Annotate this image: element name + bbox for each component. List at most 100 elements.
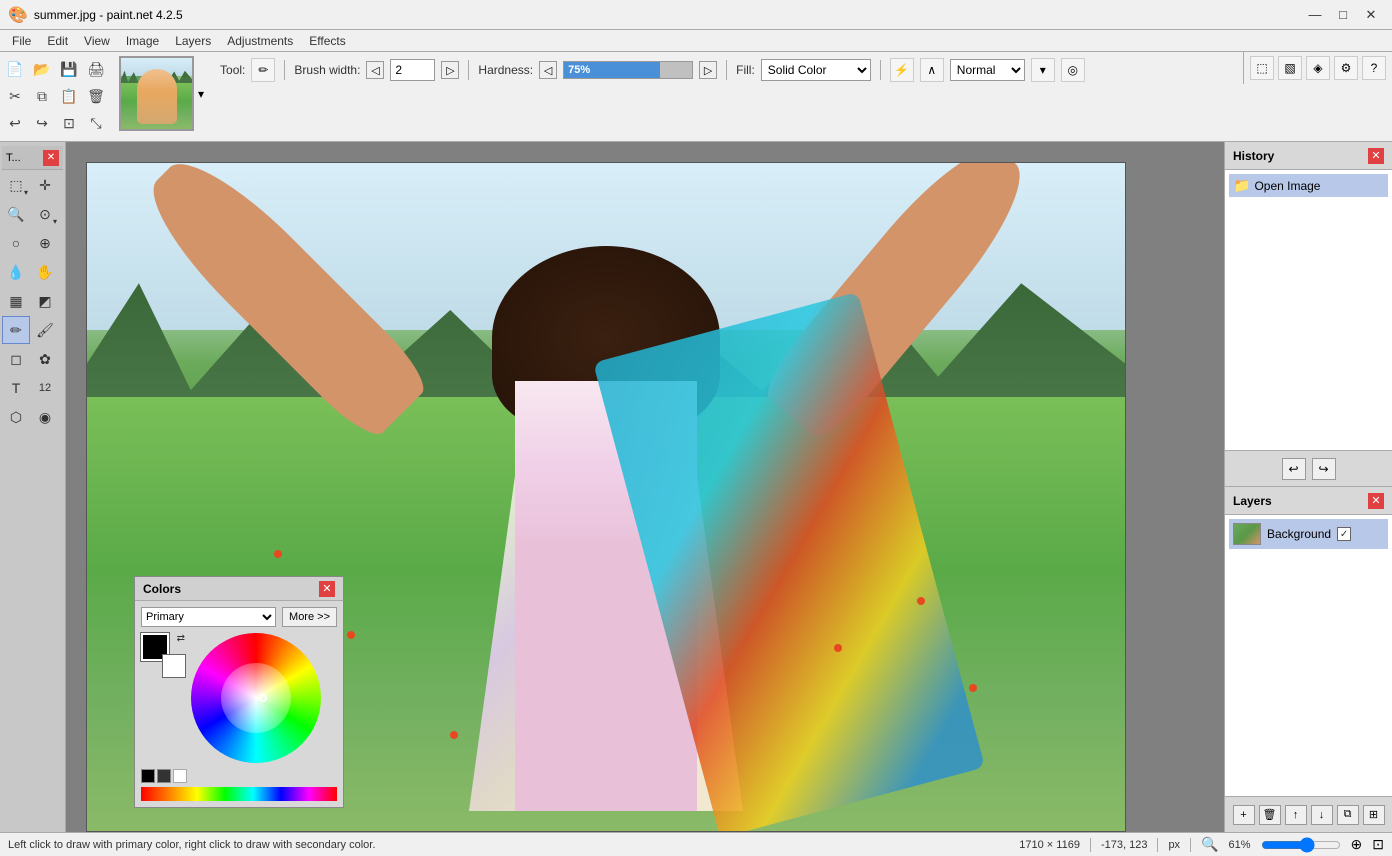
copy-button[interactable]: ⧉	[29, 83, 55, 109]
history-panel: History ✕ 📁 Open Image ↩ ↪	[1225, 142, 1392, 487]
undo-history-button[interactable]: ↩	[1282, 458, 1306, 480]
menu-layers[interactable]: Layers	[167, 32, 219, 50]
tool-pencil[interactable]: ✏	[2, 316, 30, 344]
layers-panel-header: Layers ✕	[1225, 487, 1392, 515]
add-layer-button[interactable]: +	[1233, 805, 1255, 825]
paste-button[interactable]: 📋	[56, 83, 82, 109]
hardness-decrease[interactable]: ◁	[539, 61, 557, 79]
blend-option-icon[interactable]: ⚡	[890, 58, 914, 82]
color-btn[interactable]: ◈	[1306, 56, 1330, 80]
brush-width-input[interactable]: 2	[390, 59, 435, 81]
paint-tool-btn[interactable]: ▧	[1278, 56, 1302, 80]
menu-edit[interactable]: Edit	[39, 32, 76, 50]
hardness-value: 75%	[568, 64, 590, 76]
layers-panel-close[interactable]: ✕	[1368, 493, 1384, 509]
duplicate-layer-button[interactable]: ⧉	[1337, 805, 1359, 825]
tool-zoom-select[interactable]: ⊕	[31, 229, 59, 257]
canvas-area[interactable]: Colors ✕ Primary Secondary More >> ⇄	[66, 142, 1224, 832]
help-btn[interactable]: ?	[1362, 56, 1386, 80]
tool-eraser[interactable]: ◻	[2, 345, 30, 373]
thumbnail-dropdown[interactable]: ▾	[198, 87, 204, 101]
fit-window-button[interactable]: ⊡	[1372, 836, 1384, 853]
maximize-button[interactable]: □	[1330, 4, 1356, 26]
tool-gradient[interactable]: ◩	[31, 287, 59, 315]
redo-button[interactable]: ↪	[29, 110, 55, 136]
swatch-white[interactable]	[173, 769, 187, 783]
swap-colors-icon[interactable]: ⇄	[177, 633, 185, 644]
primary-secondary-select[interactable]: Primary Secondary	[141, 607, 276, 627]
tool-text[interactable]: T	[2, 374, 30, 402]
left-tool-panel: T... ✕ ⬚▾ ✛ 🔍 ⊙▾ ○ ⊕ 💧 ✋ ▦ ◩ ✏ 🖌 ◻ ✿	[0, 142, 66, 832]
selection-tool-btn[interactable]: ⬚	[1250, 56, 1274, 80]
merge-layer-button[interactable]: ⊞	[1363, 805, 1385, 825]
menu-effects[interactable]: Effects	[301, 32, 353, 50]
layer-visibility-checkbox[interactable]: ✓	[1337, 527, 1351, 541]
color-swatches-area: ⇄	[141, 633, 337, 763]
menu-view[interactable]: View	[76, 32, 118, 50]
swatch-darkgray[interactable]	[157, 769, 171, 783]
tool-clone-stamp[interactable]: ✿	[31, 345, 59, 373]
background-color[interactable]	[163, 655, 185, 677]
history-panel-close[interactable]: ✕	[1368, 148, 1384, 164]
tool-pan[interactable]: ✋	[31, 258, 59, 286]
resize-button[interactable]: ⤡	[83, 110, 109, 136]
zoom-out-button[interactable]: 🔍	[1201, 836, 1218, 853]
blend-dropdown[interactable]: ▾	[1031, 58, 1055, 82]
blend-mode-select[interactable]: Normal	[950, 59, 1025, 81]
tool-number[interactable]: 12	[31, 374, 59, 402]
image-thumbnail[interactable]	[119, 56, 194, 131]
history-item[interactable]: 📁 Open Image	[1229, 174, 1388, 197]
swatch-black[interactable]	[141, 769, 155, 783]
brush-width-increase[interactable]: ▷	[441, 61, 459, 79]
layer-item[interactable]: Background ✓	[1229, 519, 1388, 549]
pencil-tool-icon[interactable]: ✏	[251, 58, 275, 82]
cut-button[interactable]: ✂	[2, 83, 28, 109]
menu-adjustments[interactable]: Adjustments	[219, 32, 301, 50]
delete-button[interactable]: 🗑	[83, 83, 109, 109]
save-button[interactable]: 💾	[56, 56, 82, 82]
settings-btn[interactable]: ⚙	[1334, 56, 1358, 80]
tool-ellipse[interactable]: ○	[2, 229, 30, 257]
more-colors-button[interactable]: More >>	[282, 607, 337, 627]
zoom-slider[interactable]	[1261, 837, 1341, 853]
delete-layer-button[interactable]: 🗑	[1259, 805, 1281, 825]
antialiasing-icon[interactable]: ∧	[920, 58, 944, 82]
tool-move[interactable]: ✛	[31, 171, 59, 199]
tool-row-5: ▦ ◩	[2, 287, 63, 315]
minimize-button[interactable]: —	[1302, 4, 1328, 26]
color-wheel[interactable]	[191, 633, 321, 763]
undo-button[interactable]: ↩	[2, 110, 28, 136]
color-spectrum-bar[interactable]	[141, 787, 337, 801]
brush-width-decrease[interactable]: ◁	[366, 61, 384, 79]
menu-image[interactable]: Image	[118, 32, 167, 50]
tool-shapes[interactable]: ⬡	[2, 403, 30, 431]
move-layer-down-button[interactable]: ↓	[1311, 805, 1333, 825]
history-panel-header: History ✕	[1225, 142, 1392, 170]
fg-bg-colors: ⇄	[141, 633, 185, 677]
tool-color-picker[interactable]: 💧	[2, 258, 30, 286]
close-button[interactable]: ✕	[1358, 4, 1384, 26]
hardness-bar[interactable]: 75%	[563, 61, 693, 79]
redo-history-button[interactable]: ↪	[1312, 458, 1336, 480]
separator2	[468, 60, 469, 80]
tool-lasso[interactable]: ⊙▾	[31, 200, 59, 228]
tool-brush[interactable]: 🖌	[31, 316, 59, 344]
menubar: File Edit View Image Layers Adjustments …	[0, 30, 1392, 52]
opacity-icon[interactable]: ◎	[1061, 58, 1085, 82]
new-button[interactable]: 📄	[2, 56, 28, 82]
colors-panel-content: Primary Secondary More >> ⇄	[135, 601, 343, 807]
print-button[interactable]: 🖨	[83, 56, 109, 82]
move-layer-up-button[interactable]: ↑	[1285, 805, 1307, 825]
tool-panel-close[interactable]: ✕	[43, 150, 59, 166]
menu-file[interactable]: File	[4, 32, 39, 50]
tool-rectangle-select[interactable]: ⬚▾	[2, 171, 30, 199]
colors-panel-close[interactable]: ✕	[319, 581, 335, 597]
tool-paint-bucket[interactable]: ▦	[2, 287, 30, 315]
tool-recolor[interactable]: ◉	[31, 403, 59, 431]
crop-button[interactable]: ⊡	[56, 110, 82, 136]
fill-select[interactable]: Solid Color	[761, 59, 871, 81]
open-button[interactable]: 📂	[29, 56, 55, 82]
tool-zoom[interactable]: 🔍	[2, 200, 30, 228]
zoom-in-button[interactable]: ⊕	[1351, 836, 1363, 853]
hardness-increase[interactable]: ▷	[699, 61, 717, 79]
